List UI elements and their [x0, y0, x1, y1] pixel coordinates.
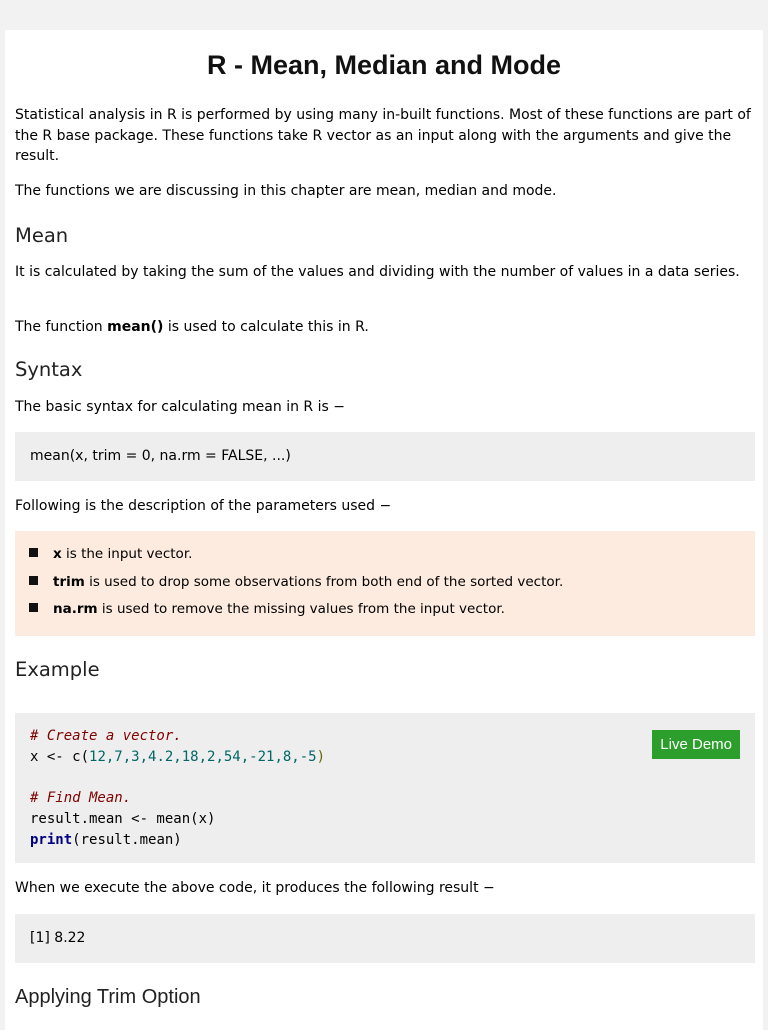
code-numbers: 12,7,3,4.2,18,2,54,-21,8,-5: [89, 748, 317, 765]
list-item: na.rm is used to remove the missing valu…: [29, 601, 505, 617]
code-text: ): [316, 748, 326, 765]
mean-description: It is calculated by taking the sum of th…: [15, 264, 740, 280]
text: is used to calculate this in R.: [163, 319, 369, 335]
syntax-code-block: mean(x, trim = 0, na.rm = FALSE, ...): [15, 432, 755, 481]
list-item: trim is used to drop some observations f…: [29, 574, 563, 590]
result-intro: When we execute the above code, it produ…: [15, 880, 495, 896]
heading-example: Example: [15, 658, 100, 681]
code-text: result.mean <- mean(x): [30, 810, 216, 827]
syntax-code: mean(x, trim = 0, na.rm = FALSE, ...): [30, 448, 291, 464]
code-comment: # Create a vector.: [30, 728, 182, 744]
bullet-icon: [29, 576, 38, 585]
code-text: (result.mean): [72, 831, 182, 848]
intro-paragraph: Statistical analysis in R is performed b…: [15, 107, 751, 164]
code-text: x <- c(: [30, 748, 90, 765]
code-comment: # Find Mean.: [30, 790, 132, 807]
function-name: mean(): [107, 319, 164, 335]
mean-function-note: The function mean() is used to calculate…: [15, 317, 755, 338]
syntax-intro: The basic syntax for calculating mean in…: [15, 399, 345, 415]
code-keyword: print: [30, 831, 73, 848]
example-code: # Create a vector. x <- c(12,7,3,4.2,18,…: [30, 726, 325, 850]
page-title: R - Mean, Median and Mode: [206, 50, 562, 80]
output-block: [1] 8.22: [15, 914, 755, 963]
heading-mean: Mean: [15, 224, 69, 247]
intro-paragraph-2: The functions we are discussing in this …: [15, 183, 557, 199]
live-demo-button[interactable]: Live Demo: [652, 730, 740, 759]
param-text: is the input vector.: [61, 546, 193, 562]
example-code-block: # Create a vector. x <- c(12,7,3,4.2,18,…: [15, 713, 755, 863]
param-name: na.rm: [53, 601, 98, 617]
output-text: [1] 8.22: [30, 930, 86, 946]
bullet-icon: [29, 603, 38, 612]
bullet-icon: [29, 548, 38, 557]
param-text: is used to remove the missing values fro…: [97, 601, 505, 617]
param-name: trim: [53, 574, 85, 590]
param-name: x: [53, 546, 62, 562]
param-text: is used to drop some observations from b…: [84, 574, 564, 590]
heading-trim: Applying Trim Option: [15, 986, 201, 1008]
parameter-list: x is the input vector. trim is used to d…: [15, 531, 755, 636]
list-item: x is the input vector.: [29, 546, 192, 562]
heading-syntax: Syntax: [15, 358, 83, 381]
text: The function: [15, 319, 108, 335]
params-intro: Following is the description of the para…: [15, 498, 392, 514]
